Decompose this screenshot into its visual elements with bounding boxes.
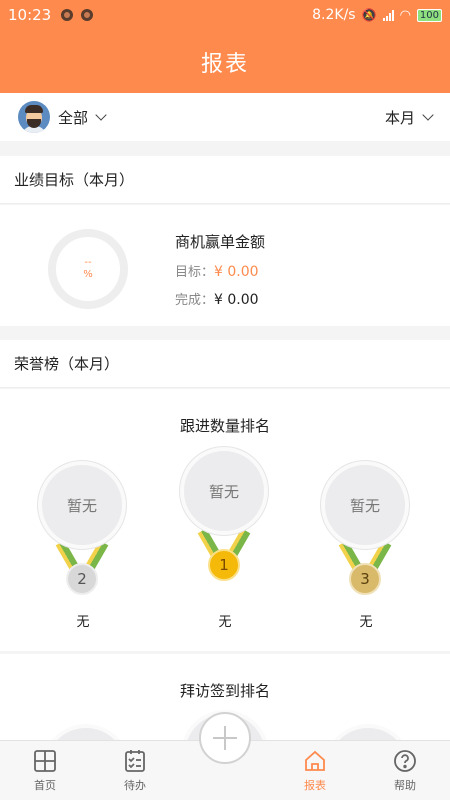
rank-2-avatar: 暂无: [38, 461, 126, 549]
kpi-done-row: 完成：¥ 0.00: [175, 289, 265, 308]
rank-3-name: 无: [359, 615, 373, 630]
status-time: 10:23: [8, 6, 52, 24]
visit-rank-title: 拜访签到排名: [179, 682, 270, 700]
ring-value: --: [84, 257, 92, 268]
ring-percent: %: [83, 269, 93, 280]
filter-bar: 全部 本月: [0, 93, 450, 141]
follow-rank-card: 跟进数量排名 暂无 2 无 暂无 1 无 暂无 3 无: [0, 389, 450, 651]
target-label: 目标：: [175, 265, 215, 280]
kpi-info: 商机赢单金额 目标：¥ 0.00 完成：¥ 0.00: [175, 231, 265, 308]
rank-3-avatar: 暂无: [321, 461, 409, 549]
nav-home[interactable]: 首页: [0, 741, 90, 800]
rank-3-medal[interactable]: 暂无 3: [321, 461, 411, 611]
notification-icon: [61, 9, 74, 21]
rank-3-badge: 3: [349, 563, 381, 595]
home-grid-icon: [34, 749, 56, 772]
done-value: ¥ 0.00: [214, 292, 259, 308]
nav-help-label: 帮助: [394, 778, 416, 792]
nav-todo-label: 待办: [124, 778, 146, 792]
honor-section-title: 荣誉榜（本月）: [0, 340, 450, 388]
progress-ring: -- %: [48, 229, 128, 309]
chevron-down-icon[interactable]: [95, 108, 107, 121]
avatar[interactable]: [18, 101, 50, 133]
done-label: 完成：: [175, 293, 215, 308]
follow-rank-title: 跟进数量排名: [179, 417, 270, 435]
page-title: 报表: [200, 52, 249, 77]
rank-1-medal[interactable]: 暂无 1: [180, 447, 270, 597]
status-bar: 10:23 8.2K/s 🔕 ◠ 100: [0, 0, 450, 30]
house-icon: [305, 750, 325, 771]
nav-todo[interactable]: 待办: [90, 741, 180, 800]
rank-2-badge: 2: [66, 563, 98, 595]
rank-1-avatar: 暂无: [180, 447, 268, 535]
nav-help[interactable]: 帮助: [360, 741, 450, 800]
nav-home-label: 首页: [34, 778, 56, 792]
rank-2-medal[interactable]: 暂无 2: [38, 461, 128, 611]
mute-icon: 🔕: [361, 8, 377, 22]
nav-report-label: 报表: [304, 778, 326, 792]
period-select[interactable]: 本月: [384, 107, 434, 128]
period-label: 本月: [384, 108, 415, 127]
notification-icon: [81, 9, 94, 21]
goal-section-title: 业绩目标（本月）: [0, 156, 450, 204]
add-button[interactable]: [199, 712, 251, 764]
battery-icon: 100: [416, 8, 442, 22]
chevron-down-icon: [422, 108, 434, 121]
rank-1-badge: 1: [208, 549, 240, 581]
network-speed: 8.2K/s: [312, 7, 356, 23]
rank-2-name: 无: [76, 615, 90, 630]
scope-select[interactable]: 全部: [58, 107, 88, 128]
rank-1-name: 无: [218, 615, 232, 630]
kpi-target-row: 目标：¥ 0.00: [175, 261, 265, 280]
kpi-name: 商机赢单金额: [175, 233, 266, 251]
checklist-icon: [125, 749, 145, 772]
target-value: ¥ 0.00: [214, 264, 259, 280]
signal-icon: [382, 9, 394, 21]
app-header: 10:23 8.2K/s 🔕 ◠ 100 报表: [0, 0, 450, 93]
nav-report[interactable]: 报表: [270, 741, 360, 800]
wifi-icon: ◠: [399, 7, 411, 23]
help-icon: [394, 749, 416, 772]
plus-icon: [213, 726, 237, 750]
goal-card[interactable]: -- % 商机赢单金额 目标：¥ 0.00 完成：¥ 0.00: [0, 205, 450, 326]
